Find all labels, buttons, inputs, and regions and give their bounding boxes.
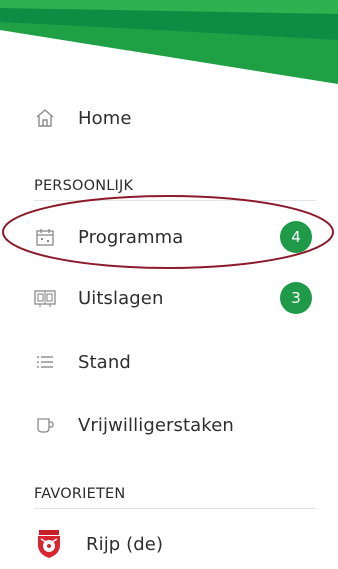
menu-item-rijp-de[interactable]: Rijp (de) <box>34 526 318 562</box>
menu-item-vrijwilligerstaken[interactable]: Vrijwilligerstaken <box>34 407 318 443</box>
menu-label-vrijwilligerstaken: Vrijwilligerstaken <box>78 414 234 436</box>
menu-label-home: Home <box>78 107 132 129</box>
cup-icon <box>34 414 56 436</box>
menu-label-stand: Stand <box>78 351 131 373</box>
programma-count-badge: 4 <box>280 221 312 253</box>
menu-item-uitslagen[interactable]: Uitslagen 3 <box>34 280 318 316</box>
menu-item-stand[interactable]: Stand <box>34 344 318 380</box>
menu-label-uitslagen: Uitslagen <box>78 287 164 309</box>
header-banner <box>0 0 338 84</box>
section-header-personal: PERSOONLIJK <box>34 178 316 201</box>
uitslagen-count-badge: 3 <box>280 282 312 314</box>
scoreboard-icon <box>34 287 56 309</box>
calendar-icon <box>34 226 56 248</box>
club-crest-icon <box>34 529 64 559</box>
section-header-favorites: FAVORIETEN <box>34 486 316 509</box>
menu-item-programma[interactable]: Programma 4 <box>34 219 318 255</box>
list-icon <box>34 351 56 373</box>
menu-label-rijp-de: Rijp (de) <box>86 533 164 555</box>
menu-item-home[interactable]: Home <box>34 100 318 136</box>
menu-label-programma: Programma <box>78 226 184 248</box>
home-icon <box>34 107 56 129</box>
